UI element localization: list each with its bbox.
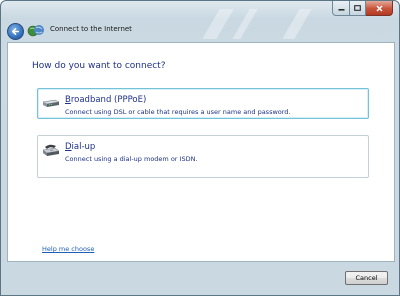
broadband-option-title: Broadband (PPPoE) [65,95,146,105]
dialup-option-description: Connect using a dial-up modem or ISDN. [65,155,198,163]
maximize-icon [354,5,361,11]
page-title: How do you want to connect? [32,61,166,71]
broadband-modem-icon [42,99,60,107]
caption-buttons [332,1,393,16]
window-title: Connect to the Internet [50,25,132,33]
back-arrow-icon [11,27,20,36]
dialup-phone-icon [42,144,60,156]
minimize-icon [338,8,344,11]
maximize-button[interactable] [350,1,366,16]
broadband-option[interactable]: Broadband (PPPoE) Connect using DSL or c… [37,88,369,119]
broadband-title-rest: roadband (PPPoE) [70,95,147,105]
dialup-title-rest: ial-up [71,142,96,152]
broadband-option-description: Connect using DSL or cable that requires… [65,108,291,116]
dialup-option[interactable]: Dial-up Connect using a dial-up modem or… [37,135,369,178]
back-button[interactable] [7,23,24,40]
title-bar: Connect to the Internet [1,1,399,43]
connect-to-internet-window: Connect to the Internet How do you want … [0,0,400,296]
cancel-button[interactable]: Cancel [345,271,388,285]
network-globe-icon [27,25,44,37]
wizard-content: How do you want to connect? Broadband (P… [7,42,395,262]
dialup-option-title: Dial-up [65,142,95,152]
close-button[interactable] [366,1,393,16]
close-icon [375,4,383,12]
help-me-choose-link[interactable]: Help me choose [42,245,94,253]
wizard-footer: Cancel [1,261,399,295]
minimize-button[interactable] [332,1,350,16]
